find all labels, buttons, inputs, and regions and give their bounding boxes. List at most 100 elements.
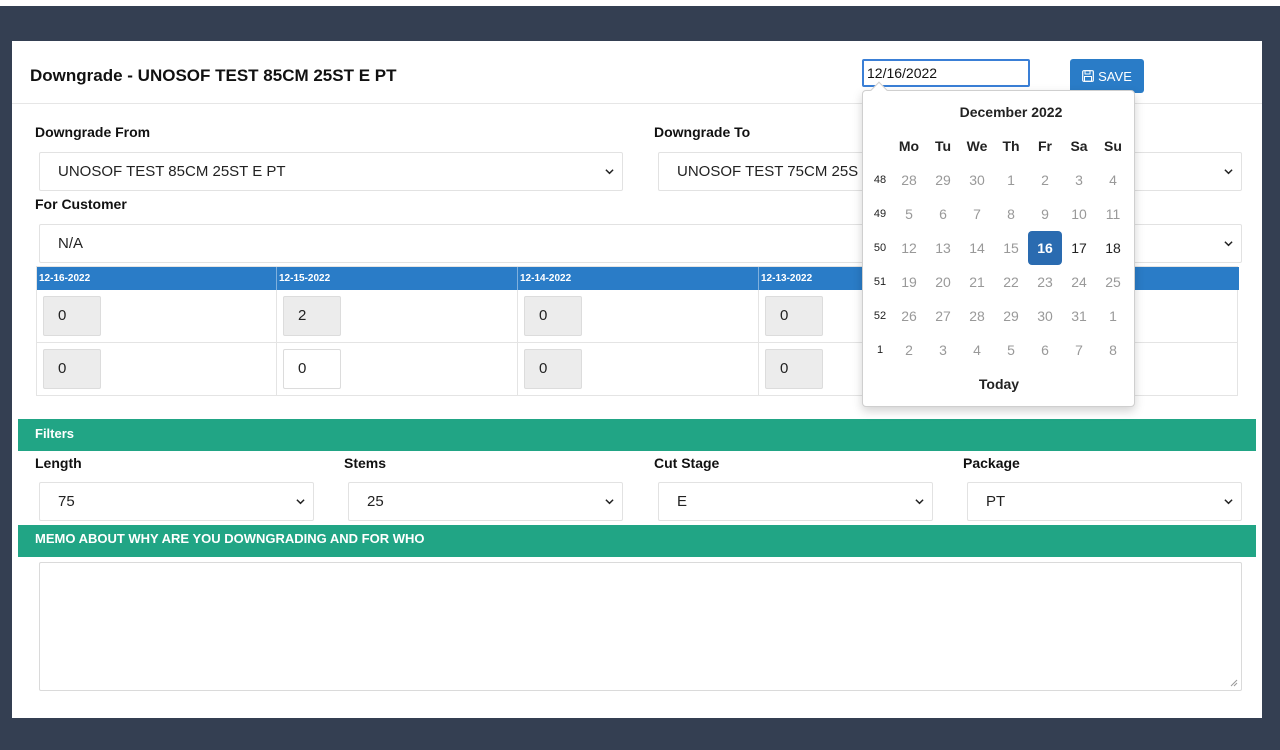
grid-cell: 0 [37, 343, 277, 396]
cut-stage-value: E [677, 493, 688, 510]
grid-cell: 0 [518, 343, 759, 396]
weekday-label: Th [1002, 138, 1020, 154]
calendar-day[interactable]: 28 [892, 163, 926, 197]
weekday-label: Su [1104, 138, 1122, 154]
length-select[interactable]: 75 [39, 482, 314, 521]
calendar-day[interactable]: 3 [926, 333, 960, 367]
calendar-day[interactable]: 7 [1062, 333, 1096, 367]
calendar-day[interactable]: 10 [1062, 197, 1096, 231]
grid-cell: 2 [277, 290, 518, 343]
calendar-day[interactable]: 4 [1096, 163, 1130, 197]
package-label: Package [963, 455, 1020, 471]
weekday-label: Sa [1070, 138, 1088, 154]
chevron-down-icon [605, 169, 614, 175]
calendar-day[interactable]: 17 [1062, 231, 1096, 265]
calendar-day[interactable]: 4 [960, 333, 994, 367]
calendar-day[interactable]: 8 [1096, 333, 1130, 367]
calendar-day[interactable]: 6 [1028, 333, 1062, 367]
chevron-down-icon [605, 499, 614, 505]
datepicker-month[interactable]: December 2022 [863, 104, 1159, 120]
grid-cell: 0 [37, 290, 277, 343]
quantity-input[interactable]: 2 [283, 296, 341, 336]
calendar-day[interactable]: 20 [926, 265, 960, 299]
calendar-day[interactable]: 30 [1028, 299, 1062, 333]
calendar-day[interactable]: 6 [926, 197, 960, 231]
cut-stage-label: Cut Stage [654, 455, 720, 471]
grid-column-header: 12-15-2022 [277, 267, 518, 290]
calendar-day[interactable]: 15 [994, 231, 1028, 265]
weekday-label: Fr [1038, 138, 1052, 154]
calendar-day[interactable]: 29 [926, 163, 960, 197]
for-customer-label: For Customer [35, 196, 127, 212]
downgrade-from-select[interactable]: UNOSOF TEST 85CM 25ST E PT [39, 152, 623, 191]
grid-cell: 0 [277, 343, 518, 396]
package-select[interactable]: PT [967, 482, 1242, 521]
calendar-day[interactable]: 31 [1062, 299, 1096, 333]
cut-stage-select[interactable]: E [658, 482, 933, 521]
grid-column-header: 12-16-2022 [37, 267, 277, 290]
downgrade-from-value: UNOSOF TEST 85CM 25ST E PT [58, 163, 286, 180]
calendar-day[interactable]: 8 [994, 197, 1028, 231]
length-value: 75 [58, 493, 75, 510]
calendar-day[interactable]: 13 [926, 231, 960, 265]
chevron-down-icon [1224, 169, 1233, 175]
quantity-input[interactable]: 0 [524, 296, 582, 336]
calendar-day[interactable]: 14 [960, 231, 994, 265]
calendar-day[interactable]: 25 [1096, 265, 1130, 299]
downgrade-from-label: Downgrade From [35, 124, 151, 140]
calendar-day[interactable]: 21 [960, 265, 994, 299]
calendar-day[interactable]: 2 [892, 333, 926, 367]
week-number: 48 [873, 174, 887, 186]
downgrade-to-label: Downgrade To [654, 124, 751, 140]
calendar-day[interactable]: 30 [960, 163, 994, 197]
datepicker: December 2022 Mo Tu We Th Fr Sa Su 48 28 2… [862, 81, 1135, 407]
calendar-day[interactable]: 1 [1096, 299, 1130, 333]
quantity-input[interactable]: 0 [765, 296, 823, 336]
stems-select[interactable]: 25 [348, 482, 623, 521]
calendar-day[interactable]: 5 [994, 333, 1028, 367]
calendar-day[interactable]: 18 [1096, 231, 1130, 265]
calendar-day[interactable]: 23 [1028, 265, 1062, 299]
week-number: 50 [873, 242, 887, 254]
calendar-day[interactable]: 12 [892, 231, 926, 265]
chevron-down-icon [915, 499, 924, 505]
quantity-input[interactable]: 0 [43, 349, 101, 389]
length-label: Length [35, 455, 82, 471]
quantity-input[interactable]: 0 [283, 349, 341, 389]
calendar-day[interactable]: 11 [1096, 197, 1130, 231]
calendar-day[interactable]: 24 [1062, 265, 1096, 299]
calendar-day[interactable]: 16 [1028, 231, 1062, 265]
calendar-day[interactable]: 3 [1062, 163, 1096, 197]
quantity-input[interactable]: 0 [765, 349, 823, 389]
calendar-day[interactable]: 22 [994, 265, 1028, 299]
week-number: 52 [873, 310, 887, 322]
calendar-day[interactable]: 9 [1028, 197, 1062, 231]
today-button[interactable]: Today [863, 376, 1135, 392]
stems-label: Stems [344, 455, 387, 471]
resize-grip-icon[interactable] [1230, 679, 1238, 687]
customer-value: N/A [58, 235, 84, 252]
save-button[interactable]: SAVE [1070, 59, 1144, 93]
calendar-day[interactable]: 19 [892, 265, 926, 299]
quantity-input[interactable]: 0 [43, 296, 101, 336]
calendar-day[interactable]: 29 [994, 299, 1028, 333]
stems-value: 25 [367, 493, 384, 510]
calendar-day[interactable]: 1 [994, 163, 1028, 197]
floppy-disk-icon [1082, 70, 1095, 82]
date-input[interactable] [862, 59, 1030, 87]
calendar-day[interactable]: 28 [960, 299, 994, 333]
calendar-day[interactable]: 5 [892, 197, 926, 231]
grid-cell: 0 [518, 290, 759, 343]
calendar-day[interactable]: 7 [960, 197, 994, 231]
calendar-day[interactable]: 2 [1028, 163, 1062, 197]
week-number: 1 [876, 344, 884, 356]
top-strip [0, 0, 1280, 6]
page-title: Downgrade - UNOSOF TEST 85CM 25ST E PT [30, 66, 397, 85]
week-number: 51 [873, 276, 887, 288]
filters-bar: Filters [18, 419, 1256, 451]
calendar-day[interactable]: 26 [892, 299, 926, 333]
memo-textarea[interactable] [39, 562, 1242, 691]
quantity-input[interactable]: 0 [524, 349, 582, 389]
chevron-down-icon [296, 499, 305, 505]
calendar-day[interactable]: 27 [926, 299, 960, 333]
